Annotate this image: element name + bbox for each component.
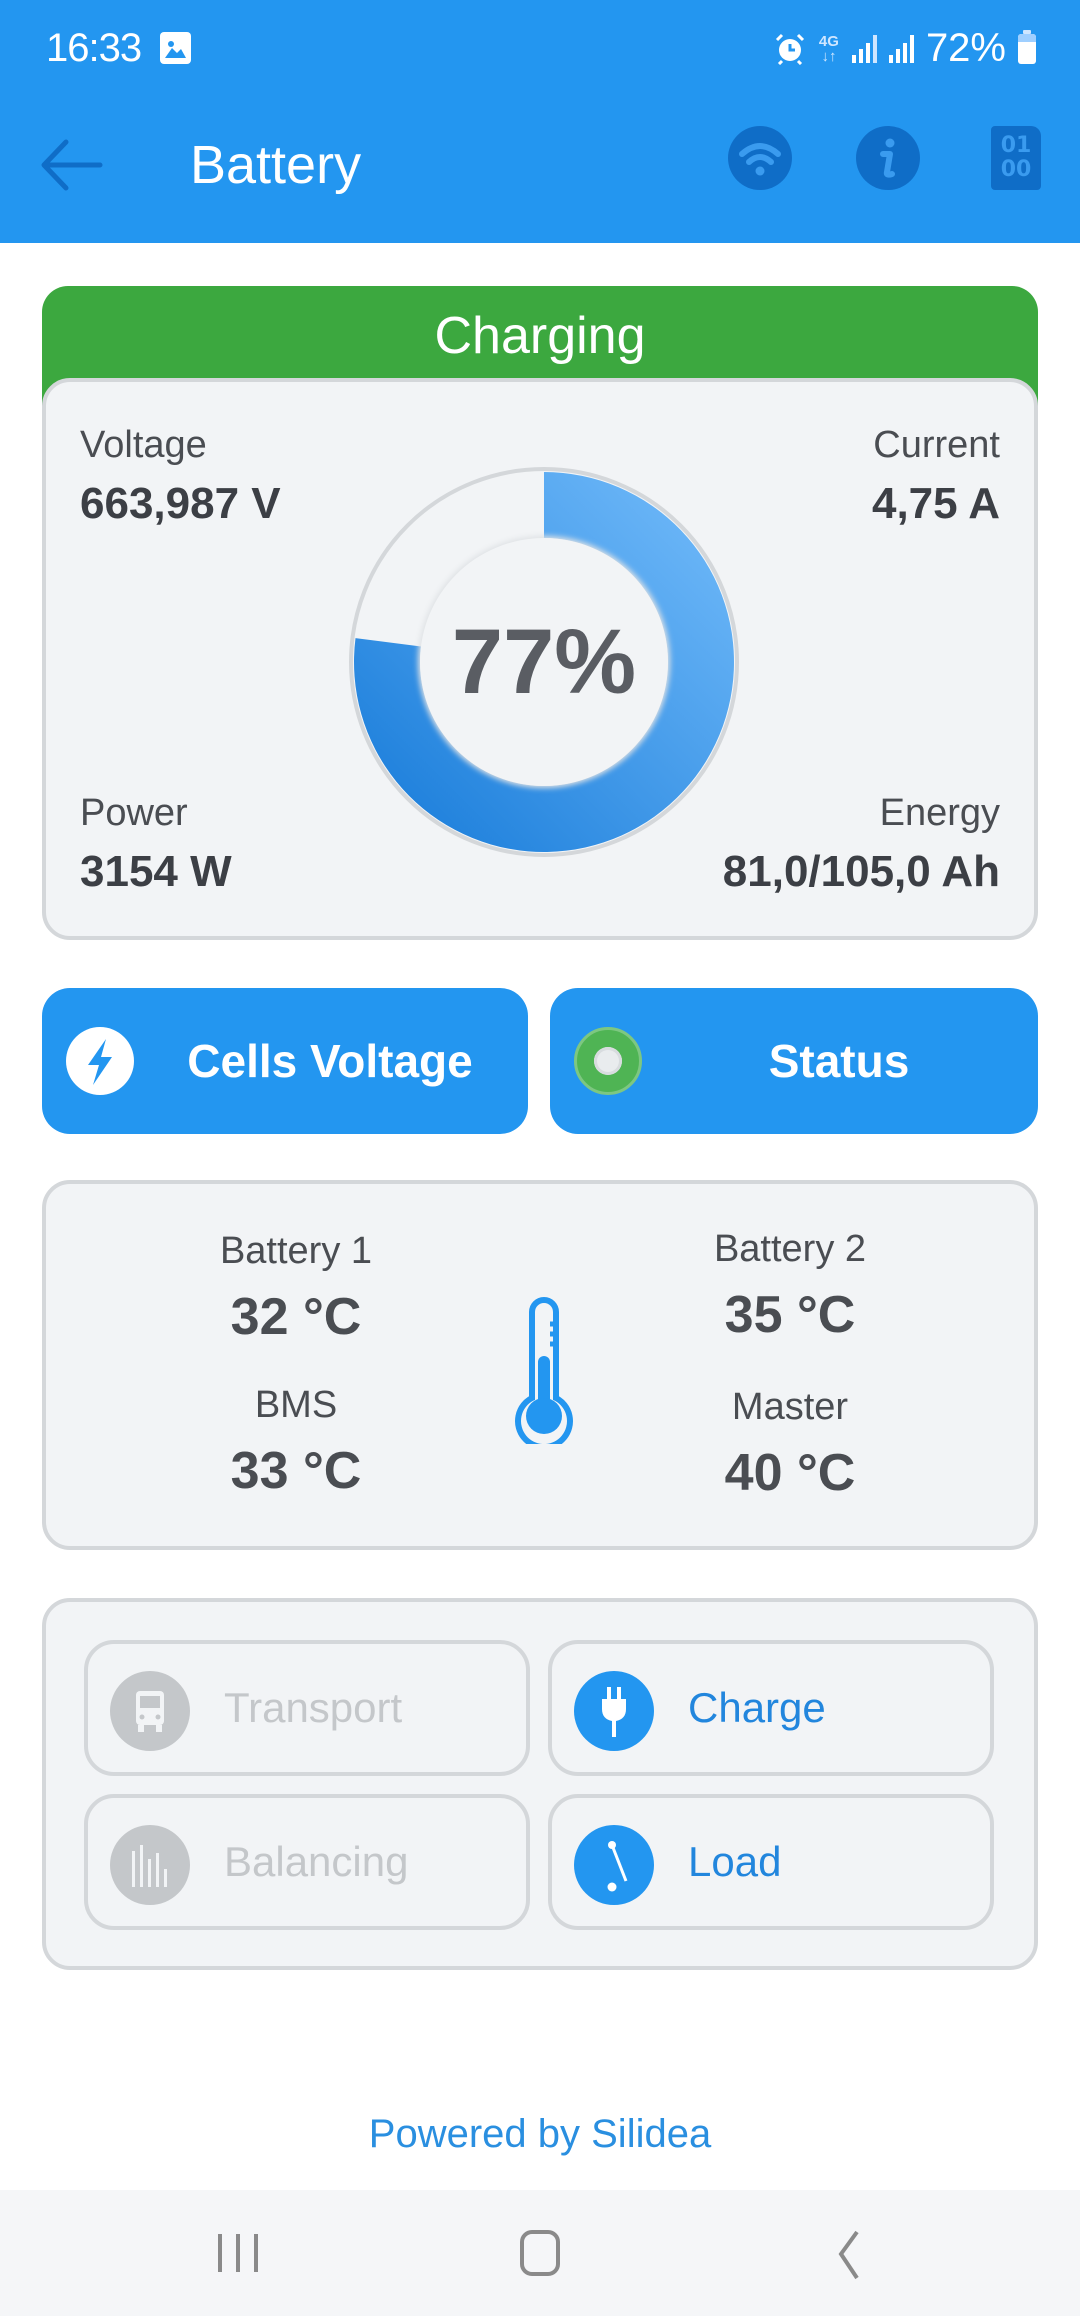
soc-gauge: 77% xyxy=(344,462,744,862)
mode-charge[interactable]: Charge xyxy=(548,1640,994,1776)
modes-card: Transport Charge Balancing Load xyxy=(42,1598,1038,1970)
master-temperature: Master 40 °C xyxy=(640,1386,940,1503)
powered-by-link[interactable]: Powered by Silidea xyxy=(0,2112,1080,2157)
switch-icon xyxy=(574,1825,654,1905)
recents-button[interactable] xyxy=(200,2220,280,2290)
status-label: Status xyxy=(768,1035,910,1087)
network-type: 4G xyxy=(818,32,839,50)
recents-icon xyxy=(218,2234,258,2272)
status-bar: 16:33 4G ↓↑ 72% xyxy=(0,0,1080,100)
master-temp-value: 40 °C xyxy=(724,1444,856,1502)
current-label: Current xyxy=(873,424,1000,466)
toolbar: Battery 01 00 xyxy=(0,110,1080,220)
battery1-temp-label: Battery 1 xyxy=(219,1230,373,1272)
voltage-metric: Voltage 663,987 V xyxy=(80,424,281,529)
gallery-icon xyxy=(160,32,191,64)
status-button[interactable]: Status xyxy=(550,988,1038,1134)
page-title: Battery xyxy=(190,135,362,195)
power-label: Power xyxy=(80,792,188,834)
bus-icon xyxy=(110,1671,190,1751)
battery-summary-card: Voltage 663,987 V Current 4,75 A Power 3… xyxy=(42,378,1038,940)
battery2-temp-value: 35 °C xyxy=(724,1286,856,1344)
info-icon xyxy=(880,138,895,178)
system-nav-bar xyxy=(0,2190,1080,2316)
wifi-icon xyxy=(739,143,781,176)
current-value: 4,75 A xyxy=(871,479,1000,528)
status-led-icon xyxy=(574,1027,642,1095)
mode-balancing[interactable]: Balancing xyxy=(84,1794,530,1930)
bms-temp-label: BMS xyxy=(254,1384,338,1426)
4g-data-icon: 4G ↓↑ xyxy=(818,32,839,65)
mode-transport-label: Transport xyxy=(224,1684,403,1731)
wifi-button[interactable] xyxy=(728,126,792,190)
battery2-temp-label: Battery 2 xyxy=(713,1228,867,1270)
binary-data-icon: 01 00 xyxy=(1000,133,1032,182)
plug-icon xyxy=(574,1671,654,1751)
mode-load[interactable]: Load xyxy=(548,1794,994,1930)
signal-icon xyxy=(888,34,914,63)
binary-data-button[interactable]: 01 00 xyxy=(991,126,1041,190)
master-temp-label: Master xyxy=(731,1386,849,1428)
voltage-value: 663,987 V xyxy=(80,479,281,528)
power-metric: Power 3154 W xyxy=(80,792,232,897)
app-bar: 16:33 4G ↓↑ 72% Battery 01 00 xyxy=(0,0,1080,243)
bars-icon xyxy=(110,1825,190,1905)
soc-percent: 77% xyxy=(451,610,637,713)
status-time: 16:33 xyxy=(46,26,142,70)
lightning-bolt-icon xyxy=(66,1027,134,1095)
battery1-temp-value: 32 °C xyxy=(230,1288,362,1346)
bms-temp-value: 33 °C xyxy=(230,1442,362,1500)
status-icons: 4G ↓↑ 72% xyxy=(774,26,1036,71)
mode-load-label: Load xyxy=(688,1838,782,1885)
mode-transport[interactable]: Transport xyxy=(84,1640,530,1776)
power-value: 3154 W xyxy=(80,847,232,896)
energy-metric: Energy 81,0/105,0 Ah xyxy=(723,792,1000,897)
battery-state-label: Charging xyxy=(434,307,646,365)
arrow-left-icon xyxy=(41,139,103,191)
energy-value: 81,0/105,0 Ah xyxy=(722,847,1000,896)
chevron-left-icon xyxy=(838,2230,859,2280)
thermometer-icon xyxy=(515,1297,573,1444)
current-metric: Current 4,75 A xyxy=(872,424,1000,529)
battery1-temperature: Battery 1 32 °C xyxy=(146,1230,446,1347)
home-icon xyxy=(520,2230,560,2276)
temperature-card: Battery 1 32 °C Battery 2 35 °C BMS 33 °… xyxy=(42,1180,1038,1550)
voltage-label: Voltage xyxy=(80,424,207,466)
battery2-temperature: Battery 2 35 °C xyxy=(640,1228,940,1345)
energy-label: Energy xyxy=(879,792,1000,834)
cells-voltage-label: Cells Voltage xyxy=(187,1035,473,1087)
alarm-icon xyxy=(775,33,804,65)
info-button[interactable] xyxy=(856,126,920,190)
battery-percent: 72% xyxy=(925,26,1006,70)
signal-icon xyxy=(851,34,877,63)
mode-charge-label: Charge xyxy=(688,1684,826,1731)
cells-voltage-button[interactable]: Cells Voltage xyxy=(42,988,528,1134)
system-back-button[interactable] xyxy=(805,2220,885,2290)
home-button[interactable] xyxy=(500,2220,580,2290)
bms-temperature: BMS 33 °C xyxy=(146,1384,446,1501)
battery-icon xyxy=(1018,29,1036,64)
back-button[interactable] xyxy=(40,136,104,194)
mode-balancing-label: Balancing xyxy=(224,1838,409,1885)
